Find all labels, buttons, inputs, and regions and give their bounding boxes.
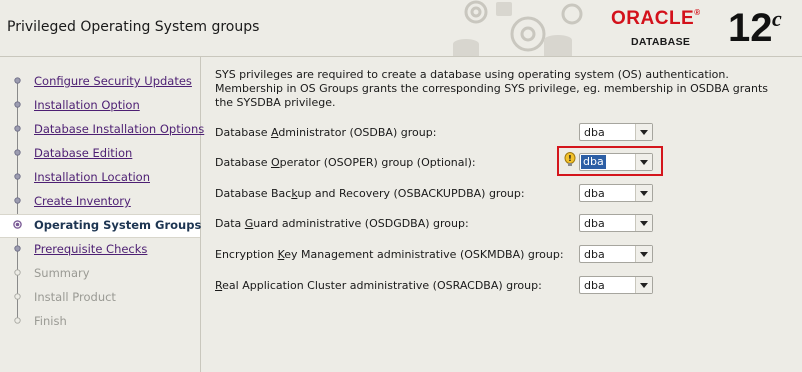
step-marker-icon [14,149,21,156]
oracle-logo: ORACLE® [611,8,701,29]
group-label: Encryption Key Management administrative… [215,248,564,261]
step-marker-icon [14,293,21,300]
description-text: SYS privileges are required to create a … [215,68,769,109]
step-marker-icon [14,197,21,204]
steps-sidebar: Configure Security Updates Installation O… [0,57,204,372]
group-row: Database Backup and Recovery (OSBACKUPDB… [215,184,685,204]
database-logo-text: DATABASE [631,36,691,48]
sidebar-step-installation-option[interactable]: Installation Option [0,95,200,117]
sidebar-step-label: Database Installation Options [34,122,205,136]
sidebar-step-label: Create Inventory [34,194,131,208]
group-select[interactable]: dba [579,245,653,263]
sidebar-step-label: Installation Location [34,170,150,184]
svg-text:!: ! [568,154,572,163]
sidebar-step-installation-location[interactable]: Installation Location [0,167,200,189]
chevron-down-icon[interactable] [635,124,652,140]
group-label: Database Administrator (OSDBA) group: [215,126,437,139]
step-marker-icon [14,77,21,84]
version-suffix: c [772,6,782,31]
step-marker-icon [14,317,21,324]
group-select-value: dba [584,279,605,292]
page-title: Privileged Operating System groups [7,19,260,35]
group-label: Database Backup and Recovery (OSBACKUPDB… [215,187,525,200]
sidebar-step-label: Finish [34,314,67,328]
sidebar-step-label: Prerequisite Checks [34,242,148,256]
group-select[interactable]: dba [579,184,653,202]
group-label: Real Application Cluster administrative … [215,279,542,292]
sidebar-step-label: Installation Option [34,98,140,112]
group-select[interactable]: dba [579,123,653,141]
chevron-down-icon[interactable] [635,277,652,293]
sidebar-step-create-inventory[interactable]: Create Inventory [0,191,200,213]
group-row: Data Guard administrative (OSDGDBA) grou… [215,214,685,234]
sidebar-step-prerequisite-checks[interactable]: Prerequisite Checks [0,239,200,261]
sidebar-step-finish: Finish [0,311,200,333]
version-number: 12 [728,6,773,50]
sidebar-step-label: Operating System Groups [34,218,202,232]
main-panel: SYS privileges are required to create a … [201,57,802,372]
sidebar-step-label: Install Product [34,290,116,304]
header: Privileged Operating System groups ORACL… [0,0,802,57]
group-select-value: dba [584,248,605,261]
sidebar-step-database-installation-options[interactable]: Database Installation Options [0,119,204,141]
step-marker-icon [13,220,22,229]
group-select-value: dba [584,187,605,200]
group-row: Database Administrator (OSDBA) group: dba [215,123,685,143]
sidebar-step-configure-security-updates[interactable]: Configure Security Updates [0,71,200,93]
step-marker-icon [14,245,21,252]
warning-hint-icon[interactable]: ! [564,152,576,168]
gears-graphic [453,0,583,56]
group-select[interactable]: dba [579,276,653,294]
sidebar-step-label: Configure Security Updates [34,74,192,88]
sidebar-step-label: Summary [34,266,90,280]
chevron-down-icon[interactable] [635,215,652,231]
step-marker-icon [14,269,21,276]
step-marker-icon [14,173,21,180]
group-row: Encryption Key Management administrative… [215,245,685,265]
sidebar-step-database-edition[interactable]: Database Edition [0,143,200,165]
step-marker-icon [14,101,21,108]
sidebar-step-summary: Summary [0,263,200,285]
group-select[interactable]: dba [579,214,653,232]
group-select-value: dba [584,217,605,230]
group-row: Real Application Cluster administrative … [215,276,685,296]
sidebar-step-operating-system-groups[interactable]: Operating System Groups [0,214,202,238]
group-select-value: dba [584,126,605,139]
sidebar-step-install-product: Install Product [0,287,200,309]
sidebar-step-label: Database Edition [34,146,133,160]
group-label: Database Operator (OSOPER) group (Option… [215,156,476,169]
chevron-down-icon[interactable] [635,185,652,201]
chevron-down-icon[interactable] [635,246,652,262]
step-marker-icon [14,125,21,132]
group-label: Data Guard administrative (OSDGDBA) grou… [215,217,469,230]
